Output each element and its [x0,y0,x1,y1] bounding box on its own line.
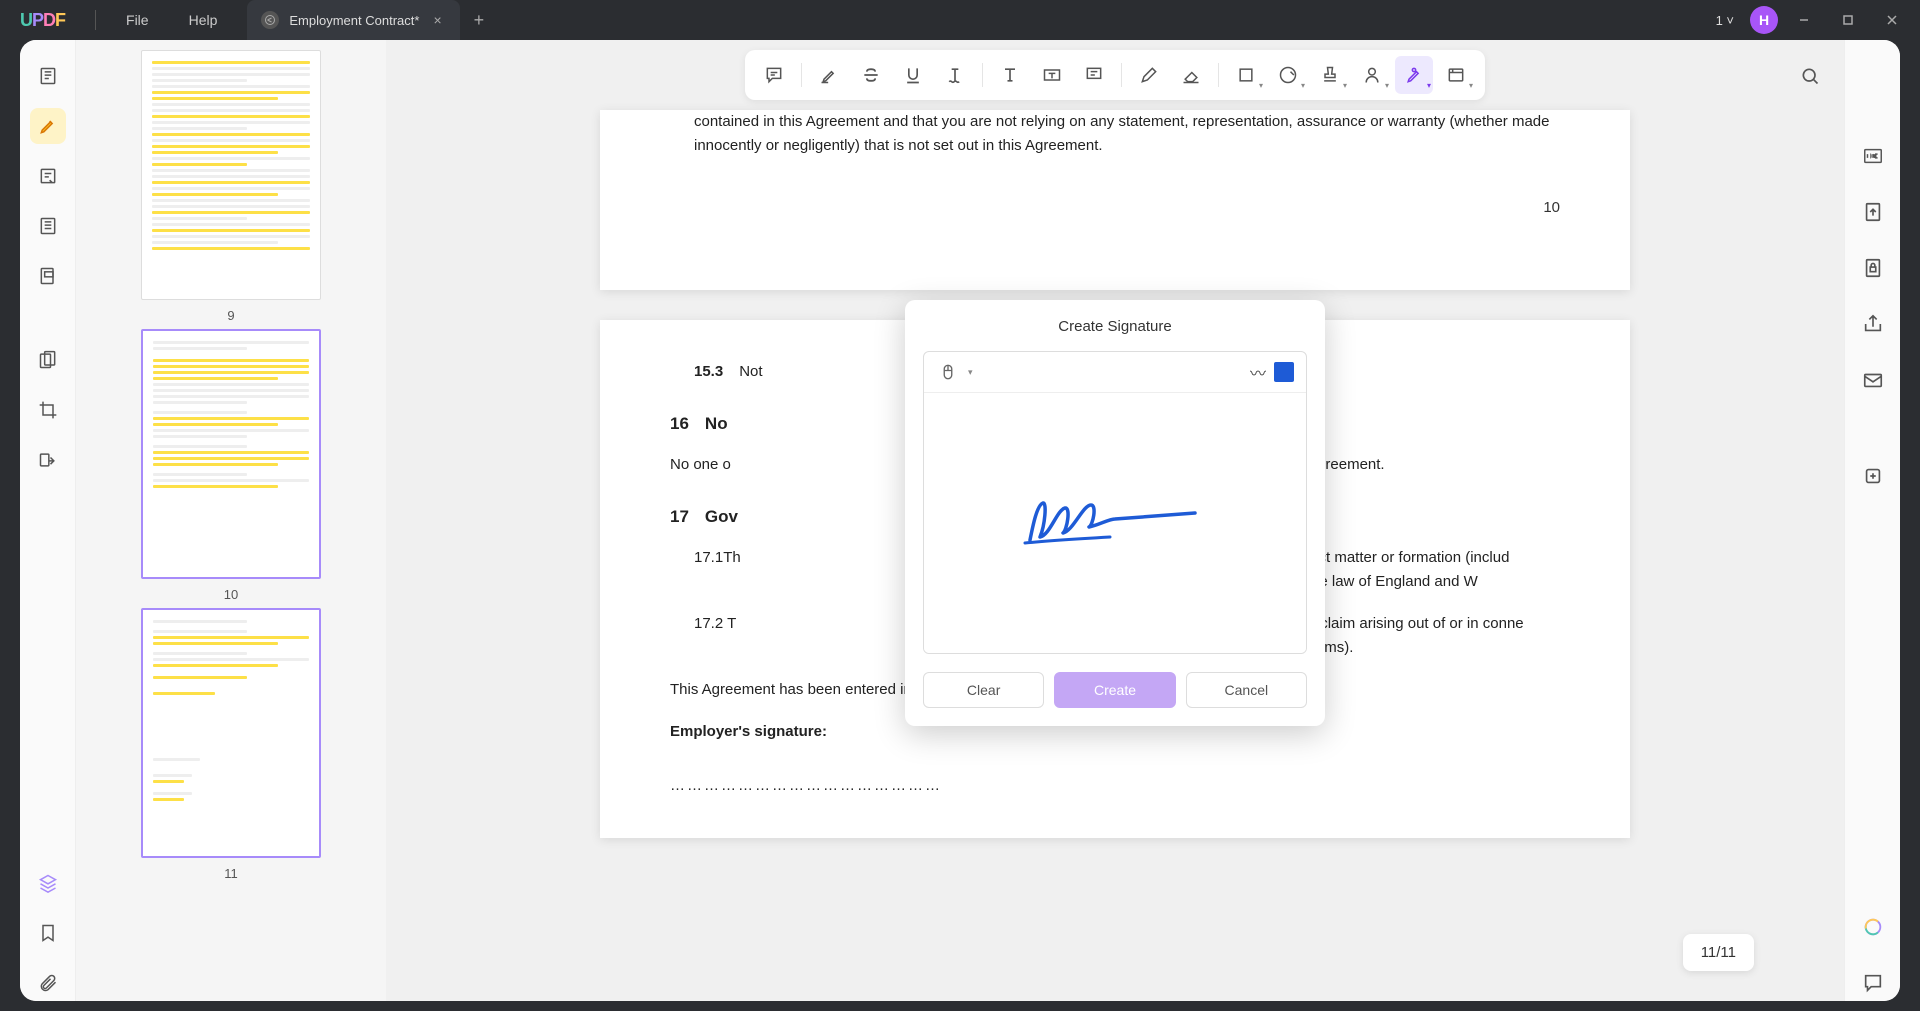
thumb-label: 10 [116,587,346,602]
tab-doc-icon [261,11,279,29]
compare-tool-button[interactable] [30,442,66,478]
titlebar: UPDF File Help Employment Contract* × + … [0,0,1920,40]
window-maximize[interactable] [1830,5,1866,35]
thumbnails-panel-button[interactable] [30,58,66,94]
stroke-style-icon[interactable]: 〰 [1250,360,1266,384]
protect-button[interactable] [1855,250,1891,286]
tab-title: Employment Contract* [289,13,419,28]
dialog-title: Create Signature [923,318,1307,335]
pages-tool-button[interactable] [30,342,66,378]
flatten-button[interactable] [1855,458,1891,494]
convert-button[interactable] [1855,194,1891,230]
bookmarks-panel-button[interactable] [30,208,66,244]
search-button[interactable] [1792,58,1828,94]
create-signature-dialog: Create Signature ▾ 〰 [905,300,1325,726]
separator [95,10,96,30]
mouse-input-icon[interactable] [936,360,960,384]
page-number: 10 [670,176,1560,240]
paragraph: contained in this Agreement and that you… [670,110,1560,158]
window-close[interactable] [1874,5,1910,35]
document-viewport[interactable]: ▾ ▾ ▾ ▾ ▾ ▾ contained in this Agreement … [386,40,1844,1001]
thumbnail-page-11[interactable]: 11 [116,608,346,881]
stamp-tool[interactable]: ▾ [1311,56,1349,94]
annotations-panel-button[interactable] [30,158,66,194]
fields-panel-button[interactable] [30,258,66,294]
strikethrough-tool[interactable] [852,56,890,94]
sticker-tool[interactable]: ▾ [1269,56,1307,94]
signature-canvas-container: ▾ 〰 [923,351,1307,654]
document-tab[interactable]: Employment Contract* × [247,0,459,40]
left-tool-rail [20,40,76,1001]
thumb-label: 11 [116,866,346,881]
thumbnail-panel[interactable]: 9 10 [76,40,386,1001]
ocr-button[interactable] [1855,138,1891,174]
thumbnail-page-9[interactable]: 9 [116,50,346,323]
right-tool-rail [1844,40,1900,1001]
comment-tool[interactable] [755,56,793,94]
highlighter-tool-button[interactable] [30,108,66,144]
menu-help[interactable]: Help [169,12,238,28]
signature-line: ………………………………………… [670,774,1560,798]
layers-button[interactable] [30,865,66,901]
menu-file[interactable]: File [106,12,169,28]
textbox-tool[interactable] [1033,56,1071,94]
text-tool[interactable] [991,56,1029,94]
signature-toolbar: ▾ 〰 [924,352,1306,393]
annotation-toolbar: ▾ ▾ ▾ ▾ ▾ ▾ [745,50,1485,100]
app-logo: UPDF [0,10,85,31]
share-button[interactable] [1855,306,1891,342]
shape-tool[interactable]: ▾ [1227,56,1265,94]
user-avatar[interactable]: H [1750,6,1778,34]
page-indicator[interactable]: 11/11 [1683,934,1754,971]
stamp-person-tool[interactable]: ▾ [1353,56,1391,94]
crop-tool-button[interactable] [30,392,66,428]
input-dropdown-caret[interactable]: ▾ [968,367,973,378]
thumb-label: 9 [116,308,346,323]
callout-tool[interactable] [1075,56,1113,94]
document-page-10-tail: contained in this Agreement and that you… [600,110,1630,290]
cancel-button[interactable]: Cancel [1186,672,1307,708]
pencil-tool[interactable] [1130,56,1168,94]
highlight-tool[interactable] [810,56,848,94]
window-minimize[interactable] [1786,5,1822,35]
squiggly-tool[interactable] [936,56,974,94]
signature-tool[interactable]: ▾ [1395,56,1433,94]
email-button[interactable] [1855,362,1891,398]
create-button[interactable]: Create [1054,672,1175,708]
clear-button[interactable]: Clear [923,672,1044,708]
notification-badge[interactable]: 1 ˅ [1708,13,1742,28]
dialog-button-row: Clear Create Cancel [923,672,1307,708]
bookmark-button[interactable] [30,915,66,951]
ai-assistant-button[interactable] [1855,909,1891,945]
thumbnail-page-10[interactable]: 10 [116,329,346,602]
comment-panel-button[interactable] [1855,965,1891,1001]
signature-canvas[interactable] [924,393,1306,653]
tab-add-button[interactable]: + [474,10,485,31]
attachment-button[interactable] [30,965,66,1001]
stroke-color-swatch[interactable] [1274,362,1294,382]
eraser-tool[interactable] [1172,56,1210,94]
underline-tool[interactable] [894,56,932,94]
workspace: 9 10 [20,40,1900,1001]
tab-close-button[interactable]: × [429,12,445,28]
form-tool[interactable]: ▾ [1437,56,1475,94]
